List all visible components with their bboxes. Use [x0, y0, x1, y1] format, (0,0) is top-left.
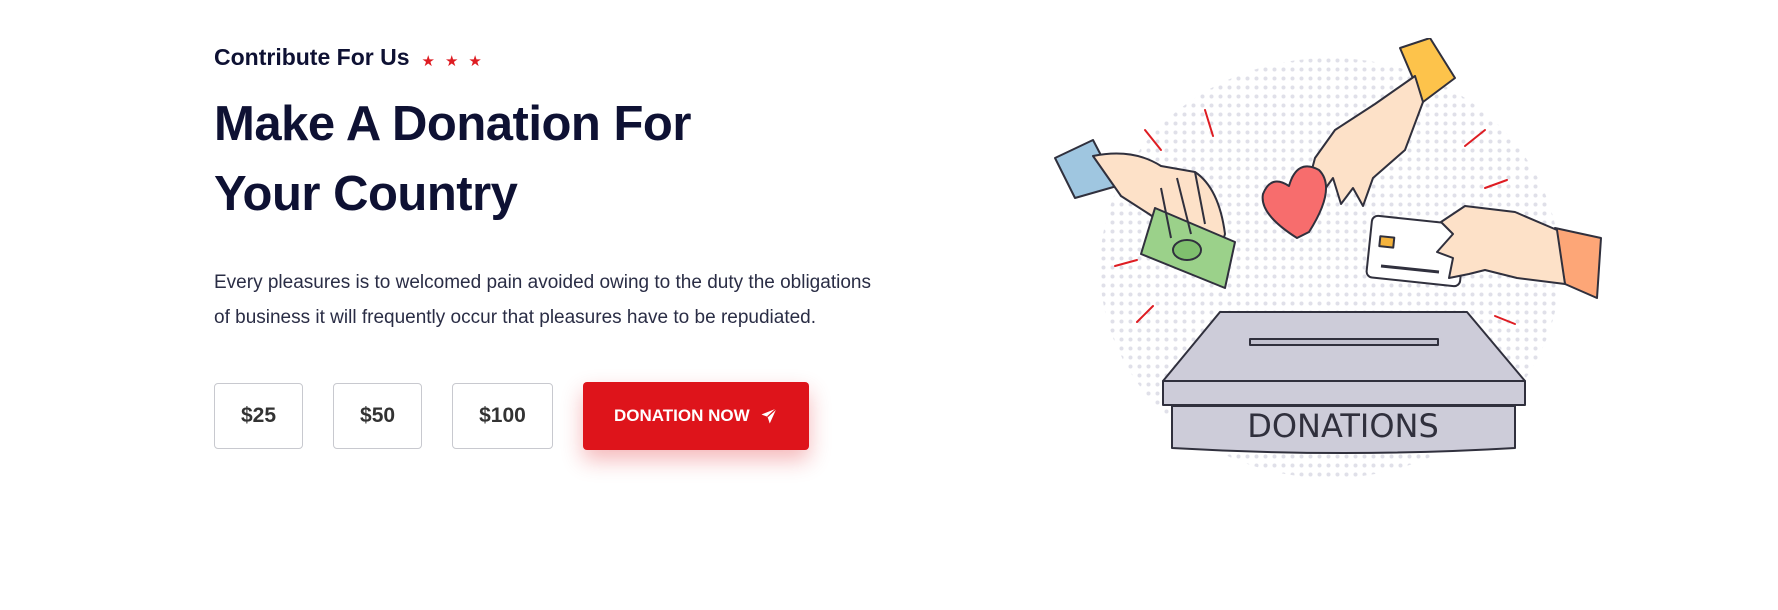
donation-illustration: DONATIONS [1054, 38, 1602, 478]
eyebrow: Contribute For Us ★ ★ ★ [214, 44, 934, 71]
donation-box: DONATIONS [1162, 311, 1526, 454]
donation-now-label: DONATION NOW [613, 406, 750, 425]
donation-intro: Contribute For Us ★ ★ ★ Make A Donation … [214, 44, 934, 450]
donation-actions: $25 $50 $100 DONATION NOW [214, 382, 934, 450]
donation-box-label: DONATIONS [1247, 407, 1439, 445]
page-title: Make A Donation For Your Country [214, 89, 934, 229]
star-icon: ★ [444, 52, 459, 70]
star-icon: ★ [468, 52, 482, 70]
title-line: Your Country [214, 167, 518, 221]
description-line: of business it will frequently occur tha… [214, 307, 817, 328]
paper-plane-icon [761, 408, 777, 424]
amount-25-button[interactable]: $25 [214, 383, 304, 449]
description: Every pleasures is to welcomed pain avoi… [214, 265, 934, 335]
title-line: Make A Donation For [214, 97, 691, 151]
amount-100-button[interactable]: $100 [452, 383, 553, 449]
star-icon: ★ [421, 52, 435, 70]
amount-50-button[interactable]: $50 [333, 383, 423, 449]
star-rating: ★ ★ ★ [422, 52, 482, 70]
description-line: Every pleasures is to welcomed pain avoi… [214, 272, 871, 293]
donation-now-button[interactable]: DONATION NOW [582, 382, 809, 450]
eyebrow-text: Contribute For Us [214, 44, 410, 70]
